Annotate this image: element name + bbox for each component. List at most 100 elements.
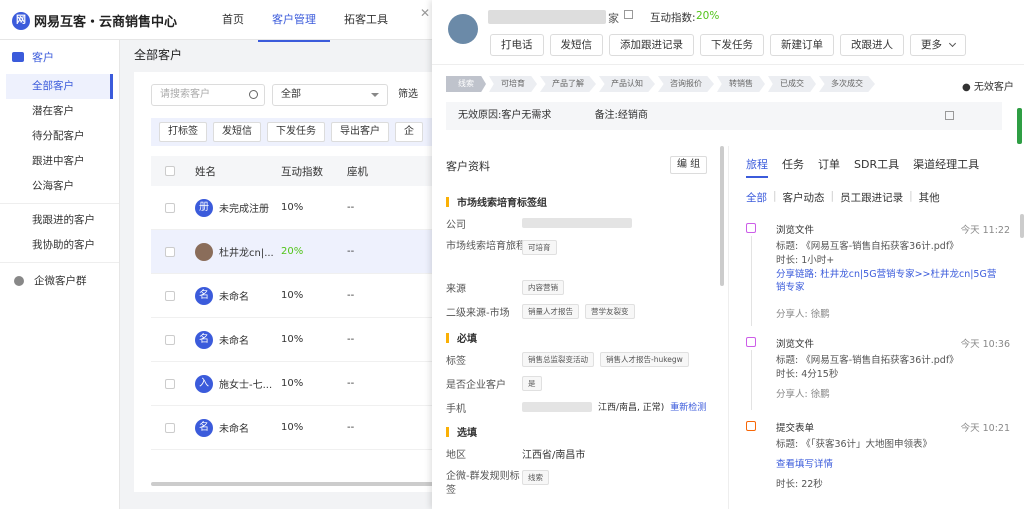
stage-item[interactable]: 咨询报价 [658,76,714,92]
app-logo[interactable]: 网网易互客・云商销售中心 [12,11,177,30]
stage-item[interactable]: 可培育 [489,76,537,92]
sidebar-header-customer[interactable]: 客户 [0,40,119,74]
customer-name[interactable]: 未命名 [219,332,281,347]
sidebar-item-potential[interactable]: 潜在客户 [0,99,119,124]
sidebar-divider [0,262,119,263]
tab-orders[interactable]: 订单 [818,156,840,178]
sidebar-item-all[interactable]: 全部客户 [6,74,113,99]
tab-journey[interactable]: 旅程 [746,156,768,178]
customer-name[interactable]: 未完成注册 [219,200,281,215]
journey-panel: 旅程 任务 订单 SDR工具 渠道经理工具 全部 | 客户动态 | 员工跟进记录… [730,146,1024,509]
stage-item[interactable]: 产品认知 [599,76,655,92]
subtab-bar: 全部 | 客户动态 | 员工跟进记录 | 其他 [746,190,946,205]
assign-task-button[interactable]: 下发任务 [700,34,764,56]
vertical-scrollbar[interactable] [1020,214,1024,238]
subtab-dynamics[interactable]: 客户动态 [783,190,825,205]
vertical-scrollbar[interactable] [1017,108,1022,144]
event-title: 浏览文件 [776,225,815,236]
sidebar-group-wecom[interactable]: 企微客户群 [0,267,119,294]
add-followup-button[interactable]: 添加跟进记录 [609,34,694,56]
row-checkbox[interactable] [165,202,175,213]
customer-score: 20% [281,246,304,257]
stage-item[interactable]: 已成交 [768,76,816,92]
row-checkbox[interactable] [165,334,175,345]
avatar: 册 [195,198,213,217]
close-icon[interactable]: ✕ [418,6,432,20]
customer-name[interactable]: 杜井龙cn|... [219,244,281,259]
row-checkbox[interactable] [165,290,175,301]
tag-button[interactable]: 打标签 [159,122,207,142]
stage-item[interactable]: 线索 [446,76,486,92]
select-all-checkbox[interactable] [165,166,175,176]
event-detail: 标题: 《网易互客-销售自拓获客36计.pdf》 [776,355,959,366]
table-row[interactable]: 杜井龙cn|... 20% -- [151,230,434,274]
export-button[interactable]: 导出客户 [331,122,389,142]
customer-name-suffix: 家 [608,12,619,25]
search-input[interactable]: 请搜索客户 [151,84,265,106]
event-title: 提交表单 [776,423,815,434]
call-button[interactable]: 打电话 [490,34,544,56]
customer-detail-drawer: 家 互动指数: 20% 打电话 发短信 添加跟进记录 下发任务 新建订单 改跟进… [432,0,1024,509]
recheck-link[interactable]: 重新检测 [670,400,706,413]
row-checkbox[interactable] [165,246,175,257]
row-checkbox[interactable] [165,422,175,433]
nav-prospect-tools[interactable]: 拓客工具 [330,0,402,42]
panel-scrollbar[interactable] [720,146,724,286]
nav-home[interactable]: 首页 [208,0,258,42]
field-region: 地区 江西省/南昌市 [446,446,716,461]
sidebar-item-following[interactable]: 跟进中客户 [0,149,119,174]
horizontal-scrollbar[interactable] [151,482,434,486]
table-row[interactable]: 名未命名 10% -- [151,318,434,362]
stage-item[interactable]: 转销售 [717,76,765,92]
tab-channel[interactable]: 渠道经理工具 [913,156,979,178]
tab-sdr[interactable]: SDR工具 [854,156,899,178]
scope-select[interactable]: 全部 [272,84,388,106]
filter-button[interactable]: 筛选 [398,84,418,106]
table-row[interactable]: 名未命名 10% -- [151,274,434,318]
edit-icon[interactable] [624,10,633,19]
table-row[interactable]: 册未完成注册 10% -- [151,186,434,230]
subtab-all[interactable]: 全部 [746,190,767,205]
score-value: 20% [696,10,720,22]
table-row[interactable]: 入施女士-七... 10% -- [151,362,434,406]
stage-item[interactable]: 产品了解 [540,76,596,92]
col-name: 姓名 [195,165,216,178]
sidebar-item-public[interactable]: 公海客户 [0,174,119,199]
sidebar-item-assist[interactable]: 我协助的客户 [0,233,119,258]
tab-tasks[interactable]: 任务 [782,156,804,178]
assign-task-button[interactable]: 下发任务 [267,122,325,142]
avatar: 名 [195,286,213,305]
customer-name[interactable]: 未命名 [219,288,281,303]
sidebar: 客户 全部客户 潜在客户 待分配客户 跟进中客户 公海客户 我跟进的客户 我协助… [0,40,120,509]
view-details-link[interactable]: 查看填写详情 [776,458,1004,471]
stage-item[interactable]: 多次成交 [819,76,875,92]
change-owner-button[interactable]: 改跟进人 [840,34,904,56]
customer-name[interactable]: 未命名 [219,420,281,435]
edit-group-button[interactable]: 编 组 [670,156,708,174]
invalid-status[interactable]: ● 无效客户 [962,78,1014,93]
subtab-separator: | [830,190,835,202]
more-button[interactable]: 更多 [910,34,966,56]
action-buttons: 打电话 发短信 添加跟进记录 下发任务 新建订单 改跟进人 更多 [490,34,972,56]
row-checkbox[interactable] [165,378,175,389]
field-rule: 企微-群发规则标签 [446,470,522,498]
share-chain[interactable]: 分享链路: 杜井龙cn|5G营销专家>>杜井龙cn|5G营销专家 [776,268,1004,294]
field-label: 地区 [446,450,466,461]
tag: 销量人才报告 [522,304,579,319]
new-order-button[interactable]: 新建订单 [770,34,834,56]
customer-score: 10% [281,334,304,345]
col-score[interactable]: 互动指数 [281,164,347,179]
sidebar-item-pending[interactable]: 待分配客户 [0,124,119,149]
customer-name[interactable]: 施女士-七... [219,376,281,391]
subtab-other[interactable]: 其他 [919,190,940,205]
sidebar-item-mine[interactable]: 我跟进的客户 [0,208,119,233]
wecom-button[interactable]: 企 [395,122,423,142]
sms-button[interactable]: 发短信 [213,122,261,142]
subtab-followup[interactable]: 员工跟进记录 [840,190,903,205]
tag: 是 [522,376,542,391]
edit-icon[interactable] [945,111,954,120]
sms-button[interactable]: 发短信 [549,34,603,56]
nav-customer-mgmt[interactable]: 客户管理 [258,0,330,42]
avatar: 入 [195,374,213,393]
table-row[interactable]: 名未命名 10% -- [151,406,434,450]
